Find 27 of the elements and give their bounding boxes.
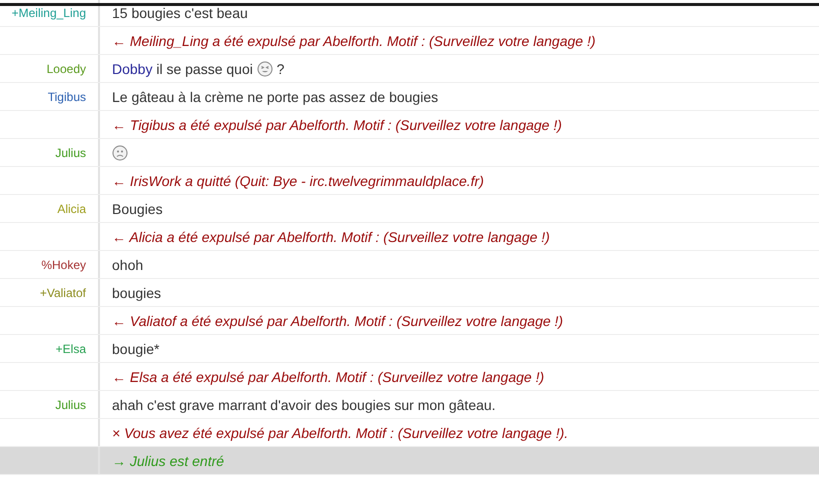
face-icon (256, 60, 273, 76)
event-message: ← Tigibus a été expulsé par Abelforth. Motif : (Surveillez votre langage !) (112, 116, 562, 132)
event-message: ← Meiling_Ling a été expulsé par Abelforth. Motif : (Surveillez votre langage !) (112, 32, 596, 48)
nickname[interactable]: Looedy (46, 62, 86, 76)
event-message: → Julius est entré (112, 452, 224, 468)
nickname[interactable]: Tigibus (48, 90, 86, 104)
nickname[interactable]: +Valiatof (40, 286, 86, 300)
nickname[interactable]: +Meiling_Ling (12, 6, 86, 20)
event-message: ← Elsa a été expulsé par Abelforth. Motif : (Surveillez votre langage !) (112, 368, 544, 384)
nickname[interactable]: Julius (55, 146, 86, 160)
chat-message: ahah c'est grave marrant d'avoir des bougies sur mon gâteau. (112, 396, 496, 412)
event-message: ← Alicia a été expulsé par Abelforth. Motif : (Surveillez votre langage !) (112, 228, 550, 244)
event-message: ← IrisWork a quitté (Quit: Bye - irc.twelvegrimmauldplace.fr) (112, 172, 484, 188)
chat-message: bougies (112, 284, 162, 300)
chat-message: ohoh (112, 256, 144, 272)
event-message: × Vous avez été expulsé par Abelforth. Motif : (Surveillez votre langage !). (112, 424, 568, 440)
nickname[interactable]: +Elsa (56, 342, 86, 356)
chat-message: 15 bougies c'est beau (112, 4, 248, 20)
chat-message: bougie* (112, 340, 160, 356)
face-icon (112, 144, 128, 160)
nickname[interactable]: Julius (55, 398, 86, 412)
nickname[interactable]: %Hokey (41, 258, 86, 272)
nickname[interactable]: Alicia (57, 202, 86, 216)
chat-message: Bougies (112, 200, 163, 216)
chat-message: Dobby il se passe quoi ? (112, 60, 284, 76)
event-message: ← Valiatof a été expulsé par Abelforth. Motif : (Surveillez votre langage !) (112, 312, 564, 328)
chat-message: Le gâteau à la crème ne porte pas assez de bougies (112, 88, 438, 104)
